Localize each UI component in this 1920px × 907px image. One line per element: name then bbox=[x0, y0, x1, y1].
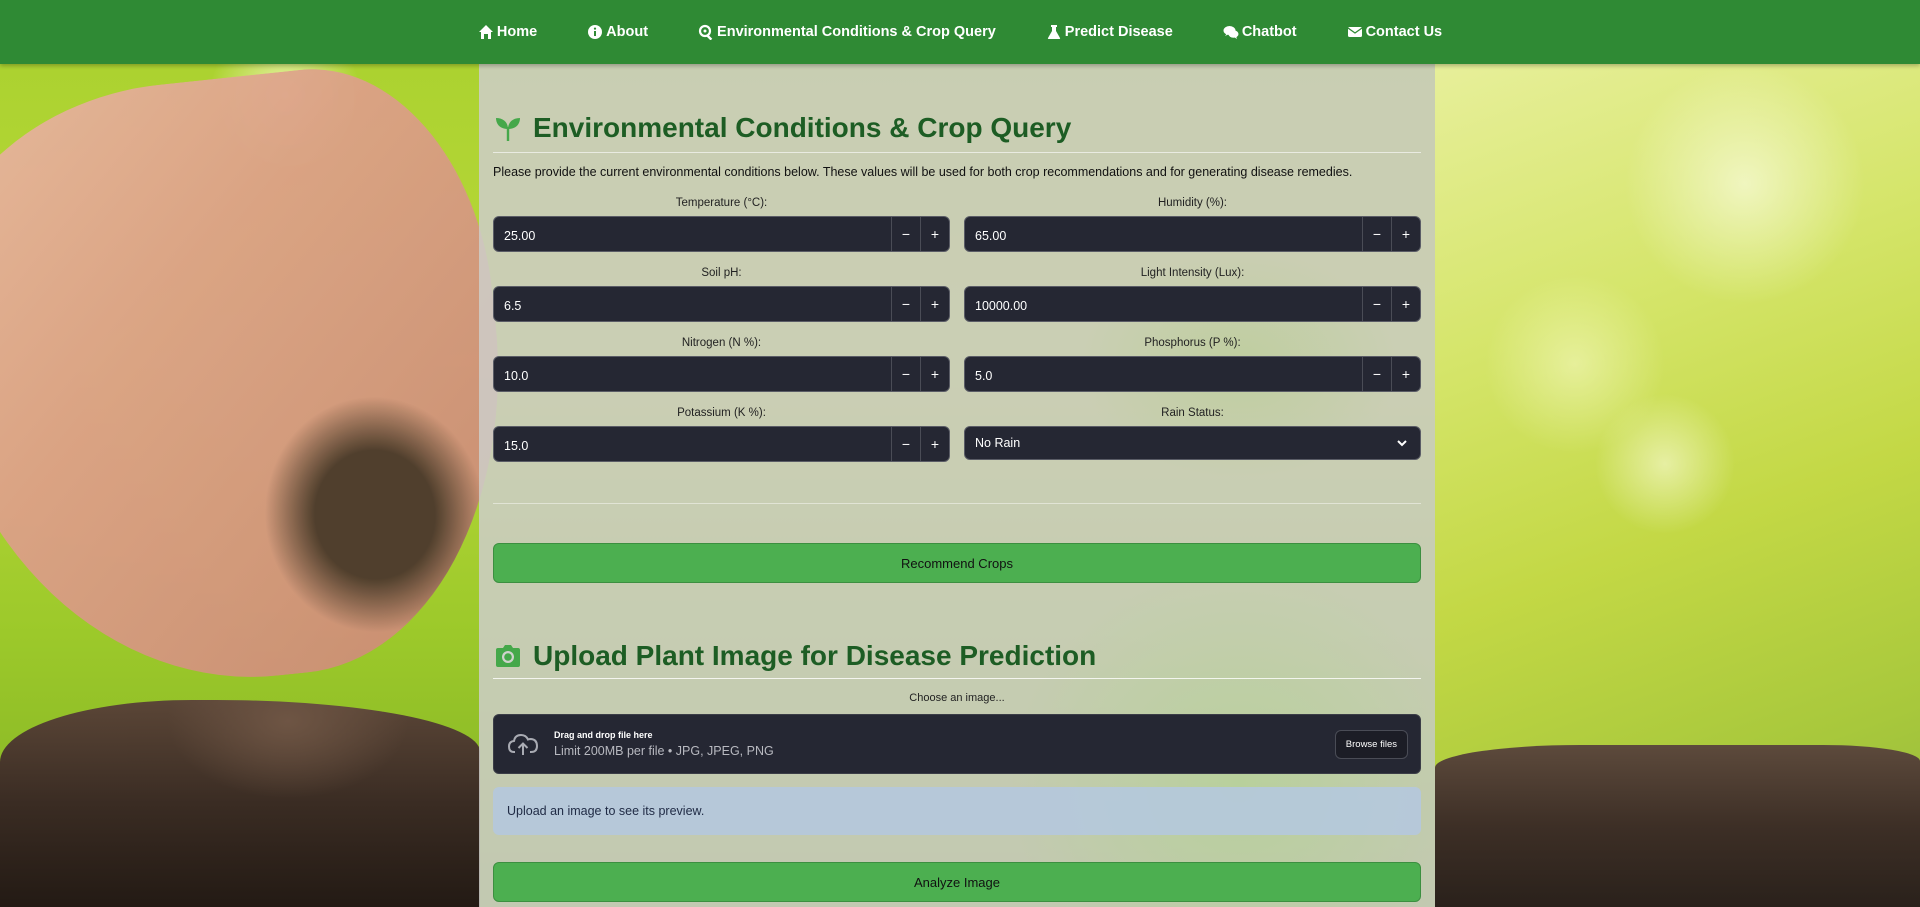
light-intensity-label: Light Intensity (Lux): bbox=[1140, 267, 1245, 279]
chat-icon bbox=[1223, 26, 1239, 39]
rain-status-field: Rain Status: No Rain bbox=[964, 404, 1421, 460]
nitrogen-input[interactable]: 10.0 − + bbox=[493, 356, 950, 392]
search-icon bbox=[698, 24, 713, 40]
nav-chatbot-label: Chatbot bbox=[1241, 24, 1297, 40]
cloud-upload-icon bbox=[507, 733, 539, 755]
env-section-title: Environmental Conditions & Crop Query bbox=[493, 112, 1421, 153]
light-intensity-value[interactable]: 10000.00 bbox=[965, 287, 1362, 321]
nav-contact[interactable]: Contact Us bbox=[1347, 24, 1443, 40]
potassium-field: Potassium (K %): 15.0 − + bbox=[493, 404, 950, 462]
soil-ph-input[interactable]: 6.5 − + bbox=[493, 286, 950, 322]
humidity-label: Humidity (%): bbox=[1157, 197, 1227, 209]
env-intro-text: Please provide the current environmental… bbox=[493, 165, 1353, 179]
humidity-increment-button[interactable]: + bbox=[1391, 217, 1420, 251]
preview-info-box: Upload an image to see its preview. bbox=[493, 787, 1421, 835]
phosphorus-input[interactable]: 5.0 − + bbox=[964, 356, 1421, 392]
nitrogen-value[interactable]: 10.0 bbox=[494, 357, 891, 391]
nav-predict-disease[interactable]: Predict Disease bbox=[1046, 24, 1173, 40]
nitrogen-increment-button[interactable]: + bbox=[920, 357, 949, 391]
env-title-text: Environmental Conditions & Crop Query bbox=[533, 112, 1072, 143]
nitrogen-field: Nitrogen (N %): 10.0 − + bbox=[493, 334, 950, 392]
main-panel: Environmental Conditions & Crop Query Pl… bbox=[479, 64, 1435, 907]
nav-home[interactable]: Home bbox=[478, 24, 537, 40]
dropzone-title: Drag and drop file here bbox=[554, 730, 653, 740]
temperature-value[interactable]: 25.00 bbox=[494, 217, 891, 251]
browse-files-button[interactable]: Browse files bbox=[1334, 729, 1408, 759]
nitrogen-decrement-button[interactable]: − bbox=[891, 357, 920, 391]
temperature-field: Temperature (°C): 25.00 − + bbox=[493, 194, 950, 252]
temperature-decrement-button[interactable]: − bbox=[891, 217, 920, 251]
seedling-icon bbox=[496, 118, 520, 141]
humidity-value[interactable]: 65.00 bbox=[965, 217, 1362, 251]
phosphorus-value[interactable]: 5.0 bbox=[965, 357, 1362, 391]
potassium-decrement-button[interactable]: − bbox=[891, 427, 920, 461]
nav-contact-label: Contact Us bbox=[1365, 24, 1443, 40]
potassium-input[interactable]: 15.0 − + bbox=[493, 426, 950, 462]
rain-status-label: Rain Status: bbox=[1161, 407, 1224, 419]
light-intensity-input[interactable]: 10000.00 − + bbox=[964, 286, 1421, 322]
light-intensity-field: Light Intensity (Lux): 10000.00 − + bbox=[964, 264, 1421, 322]
phosphorus-decrement-button[interactable]: − bbox=[1362, 357, 1391, 391]
soil-ph-label: Soil pH: bbox=[701, 267, 742, 279]
nav-about[interactable]: About bbox=[587, 24, 648, 40]
flask-icon bbox=[1047, 25, 1060, 39]
top-navbar: Home About Environmental Conditions & Cr… bbox=[0, 0, 1920, 64]
light-intensity-decrement-button[interactable]: − bbox=[1362, 287, 1391, 321]
nav-home-label: Home bbox=[496, 24, 538, 40]
soil-ph-increment-button[interactable]: + bbox=[920, 287, 949, 321]
phosphorus-field: Phosphorus (P %): 5.0 − + bbox=[964, 334, 1421, 392]
chevron-down-icon bbox=[1397, 440, 1407, 447]
background-soil-left bbox=[0, 700, 480, 907]
humidity-decrement-button[interactable]: − bbox=[1362, 217, 1391, 251]
temperature-input[interactable]: 25.00 − + bbox=[493, 216, 950, 252]
nav-chatbot[interactable]: Chatbot bbox=[1223, 24, 1297, 40]
humidity-field: Humidity (%): 65.00 − + bbox=[964, 194, 1421, 252]
nav-env-conditions[interactable]: Environmental Conditions & Crop Query bbox=[698, 24, 996, 40]
upload-title-text: Upload Plant Image for Disease Predictio… bbox=[533, 640, 1097, 671]
phosphorus-increment-button[interactable]: + bbox=[1391, 357, 1420, 391]
nav-env-label: Environmental Conditions & Crop Query bbox=[717, 24, 996, 40]
dropzone-limit: Limit 200MB per file • JPG, JPEG, PNG bbox=[554, 744, 774, 758]
envelope-icon bbox=[1347, 27, 1362, 37]
soil-ph-field: Soil pH: 6.5 − + bbox=[493, 264, 950, 322]
recommend-crops-button[interactable]: Recommend Crops bbox=[493, 543, 1421, 583]
section-divider bbox=[493, 503, 1421, 504]
camera-icon bbox=[496, 645, 520, 667]
temperature-label: Temperature (°C): bbox=[675, 197, 768, 209]
potassium-label: Potassium (K %): bbox=[677, 407, 766, 419]
choose-image-label: Choose an image... bbox=[909, 692, 1005, 704]
upload-section-title: Upload Plant Image for Disease Predictio… bbox=[493, 640, 1421, 679]
rain-status-select[interactable]: No Rain bbox=[964, 426, 1421, 460]
dropzone-text: Drag and drop file here Limit 200MB per … bbox=[554, 730, 1335, 758]
phosphorus-label: Phosphorus (P %): bbox=[1144, 337, 1241, 349]
nitrogen-label: Nitrogen (N %): bbox=[681, 337, 762, 349]
humidity-input[interactable]: 65.00 − + bbox=[964, 216, 1421, 252]
light-intensity-increment-button[interactable]: + bbox=[1391, 287, 1420, 321]
home-icon bbox=[478, 25, 493, 39]
analyze-image-button[interactable]: Analyze Image bbox=[493, 862, 1421, 902]
soil-ph-decrement-button[interactable]: − bbox=[891, 287, 920, 321]
file-dropzone[interactable]: Drag and drop file here Limit 200MB per … bbox=[493, 714, 1421, 774]
info-icon bbox=[588, 25, 603, 39]
temperature-increment-button[interactable]: + bbox=[920, 217, 949, 251]
nav-about-label: About bbox=[606, 24, 649, 40]
background-soil-right bbox=[1435, 745, 1920, 907]
nav-predict-label: Predict Disease bbox=[1064, 24, 1173, 40]
rain-status-value: No Rain bbox=[975, 436, 1021, 450]
potassium-value[interactable]: 15.0 bbox=[494, 427, 891, 461]
potassium-increment-button[interactable]: + bbox=[920, 427, 949, 461]
soil-ph-value[interactable]: 6.5 bbox=[494, 287, 891, 321]
